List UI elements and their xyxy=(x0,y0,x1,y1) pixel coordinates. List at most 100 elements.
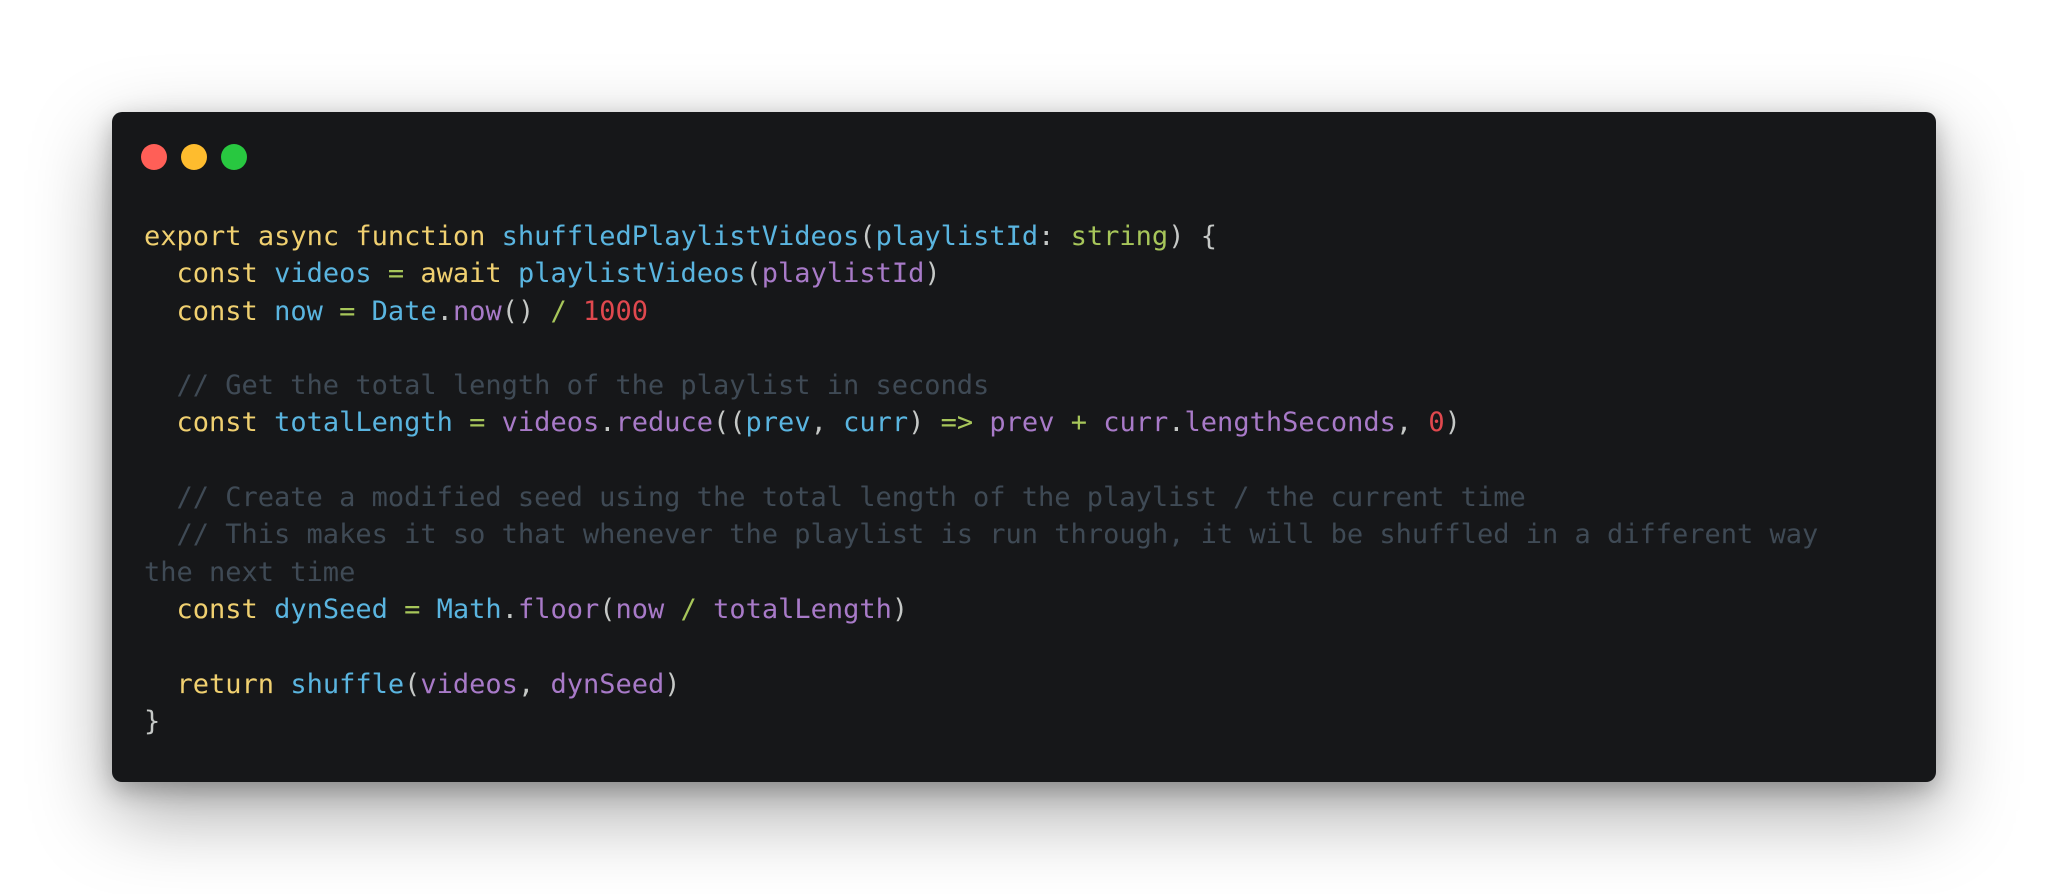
code-token: async xyxy=(257,221,340,252)
code-token: playlistVideos xyxy=(517,258,746,290)
code-token: const xyxy=(176,407,258,439)
code-token: / xyxy=(550,295,567,327)
code-line: the next time xyxy=(144,554,1818,591)
code-token: . xyxy=(436,295,453,327)
code-token: string xyxy=(1070,221,1169,252)
code-token: floor xyxy=(517,593,600,625)
code-token: videos xyxy=(274,258,372,290)
maximize-dot[interactable] xyxy=(221,144,247,170)
code-token: prev xyxy=(989,407,1055,439)
code-token: now xyxy=(274,295,323,327)
code-token: videos xyxy=(501,407,600,439)
code-token: , xyxy=(810,407,844,439)
code-token: , xyxy=(1395,407,1429,439)
code-token: export xyxy=(144,221,242,252)
code-line: const videos = await playlistVideos(play… xyxy=(144,255,1818,292)
code-line: } xyxy=(144,703,1818,740)
code-token: shuffledPlaylistVideos xyxy=(501,221,860,252)
code-token: totalLength xyxy=(274,407,453,439)
code-token: // Create a modified seed using the tota… xyxy=(144,482,1526,514)
code-token: prev xyxy=(745,407,811,439)
close-dot[interactable] xyxy=(141,144,167,170)
code-token: () xyxy=(501,295,551,327)
code-token: . xyxy=(599,407,616,439)
code-token: (( xyxy=(713,407,746,439)
code-token: } xyxy=(144,705,161,737)
code-token: lengthSeconds xyxy=(1184,407,1396,439)
code-token: function xyxy=(355,221,486,252)
code-line: const dynSeed = Math.floor(now / totalLe… xyxy=(144,591,1818,628)
code-token: the next time xyxy=(144,556,356,588)
code-token: ( xyxy=(404,668,421,700)
code-line: const now = Date.now() / 1000 xyxy=(144,293,1818,330)
code-token: return xyxy=(176,668,275,700)
code-token: shuffle xyxy=(290,668,405,700)
code-token: const xyxy=(176,295,258,327)
code-token: curr xyxy=(1103,407,1169,439)
code-token: Date xyxy=(371,295,437,327)
code-token: ) xyxy=(891,593,909,625)
code-token: Math xyxy=(436,593,502,625)
minimize-dot[interactable] xyxy=(181,144,207,170)
code-token: = xyxy=(339,295,356,327)
code-token: ) { xyxy=(1168,221,1217,252)
code-token: playlistId xyxy=(875,221,1039,252)
code-token: 1000 xyxy=(583,295,649,327)
code-token: dynSeed xyxy=(550,668,665,700)
code-line: const totalLength = videos.reduce((prev,… xyxy=(144,404,1818,441)
code-line: // This makes it so that whenever the pl… xyxy=(144,516,1819,553)
code-token: . xyxy=(501,593,518,625)
code-line: // Get the total length of the playlist … xyxy=(144,367,1818,404)
code-token: ) xyxy=(664,668,681,700)
code-token: now xyxy=(452,295,502,327)
code-token: const xyxy=(176,593,258,625)
code-token: , xyxy=(517,668,551,700)
code-token: 0 xyxy=(1428,407,1445,439)
code-token: playlistId xyxy=(761,258,925,290)
code-token: + xyxy=(1070,407,1087,439)
code-token: ) xyxy=(908,407,941,439)
code-token: = xyxy=(404,593,421,625)
code-token: await xyxy=(420,258,502,290)
code-token: ( xyxy=(745,258,762,290)
code-token: ( xyxy=(859,221,876,252)
code-token: : xyxy=(1038,221,1071,252)
code-token: // Get the total length of the playlist … xyxy=(144,370,990,402)
code-token: / xyxy=(680,593,697,625)
code-block: export async function shuffledPlaylistVi… xyxy=(144,218,1818,740)
window-controls xyxy=(141,144,247,170)
code-token: ( xyxy=(599,593,616,625)
code-token: // This makes it so that whenever the pl… xyxy=(144,519,1819,551)
code-token: const xyxy=(176,258,258,290)
code-token: ) xyxy=(924,258,941,290)
